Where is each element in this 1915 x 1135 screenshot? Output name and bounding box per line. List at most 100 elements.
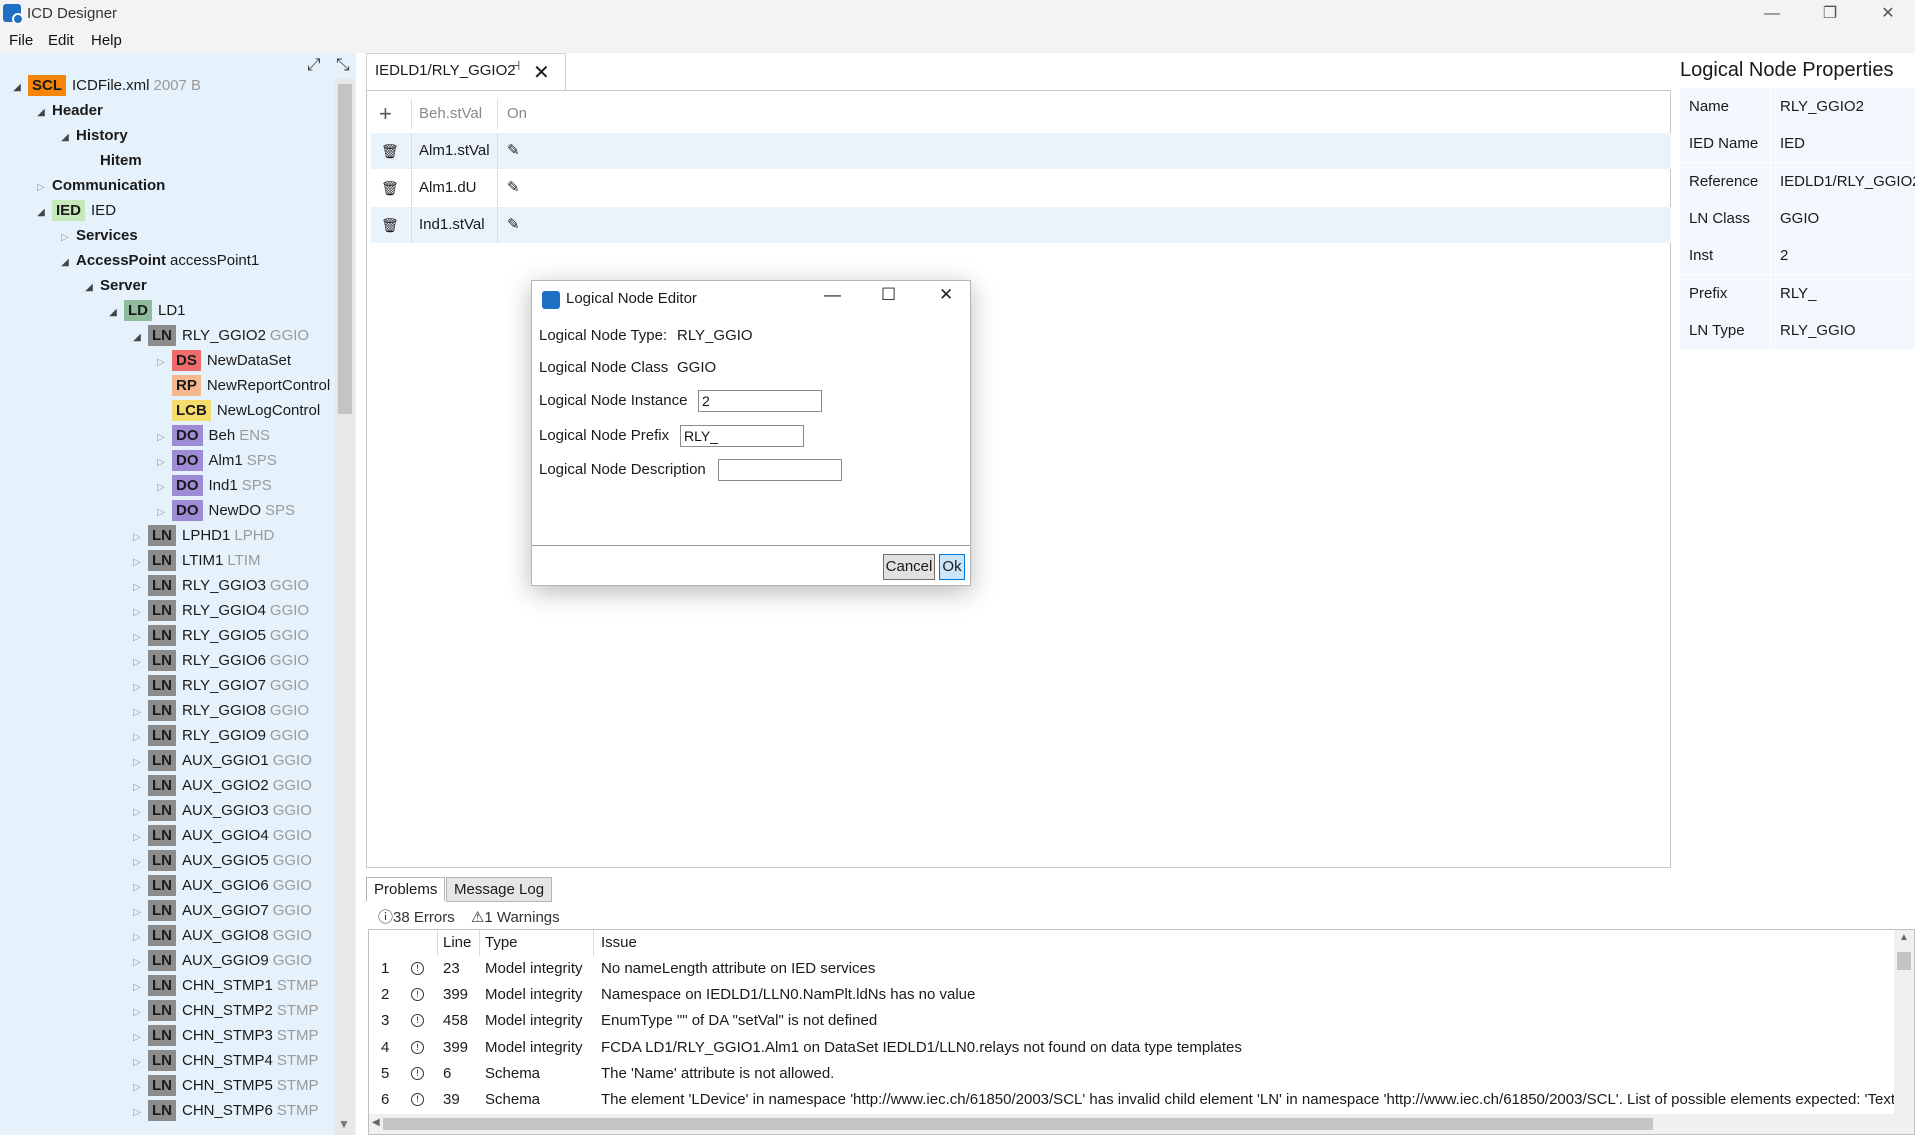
property-row[interactable]: Name RLY_GGIO2	[1680, 88, 1915, 125]
tree-item[interactable]: ▷ LN AUX_GGIO8 GGIO	[130, 923, 312, 948]
scroll-down-arrow-icon[interactable]: ▼	[338, 1117, 350, 1131]
collapsed-arrow-icon[interactable]: ▷	[130, 750, 144, 775]
scroll-up-arrow-icon[interactable]: ▲	[1899, 932, 1909, 943]
menu-file[interactable]: File	[9, 32, 33, 49]
collapsed-arrow-icon[interactable]: ▷	[130, 950, 144, 975]
collapsed-arrow-icon[interactable]: ▷	[154, 500, 168, 525]
tab-logical-node[interactable]: IEDLD1/RLY_GGIO2 ⊣ ✕	[366, 53, 566, 91]
tree-item[interactable]: ▷ LN AUX_GGIO6 GGIO	[130, 873, 312, 898]
tree-item[interactable]: ▷ DO Beh ENS	[154, 423, 270, 448]
tree-item[interactable]: ▷ LN AUX_GGIO9 GGIO	[130, 948, 312, 973]
tree-item[interactable]: ◢ IED IED	[34, 198, 116, 223]
expand-all-icon[interactable]: ⤢	[307, 55, 321, 75]
problem-row[interactable]: 2! 399 Model integrity Namespace on IEDLD1/…	[369, 982, 1889, 1008]
tree-item[interactable]: LCB NewLogControl	[154, 398, 320, 423]
tree-item[interactable]: ▷ LN CHN_STMP2 STMP	[130, 998, 319, 1023]
collapse-all-icon[interactable]: ⤡	[336, 55, 350, 75]
tree-item[interactable]: ▷ DO NewDO SPS	[154, 498, 295, 523]
property-row[interactable]: Inst 2	[1680, 237, 1915, 275]
collapsed-arrow-icon[interactable]: ▷	[130, 975, 144, 1000]
collapsed-arrow-icon[interactable]: ▷	[130, 700, 144, 725]
expanded-arrow-icon[interactable]: ◢	[58, 125, 72, 150]
collapsed-arrow-icon[interactable]: ▷	[130, 1050, 144, 1075]
node-prefix-input[interactable]	[680, 425, 804, 447]
tree-item[interactable]: RP NewReportControl	[154, 373, 330, 398]
restore-button[interactable]: ❐	[1801, 0, 1859, 29]
expanded-arrow-icon[interactable]: ◢	[34, 100, 48, 125]
tree-item[interactable]: ◢ History	[58, 123, 128, 148]
tab-close-icon[interactable]: ✕	[533, 60, 550, 85]
edit-pencil-icon[interactable]: ✎	[507, 136, 520, 166]
collapsed-arrow-icon[interactable]: ▷	[130, 1100, 144, 1125]
tree-item[interactable]: ▷ LN RLY_GGIO7 GGIO	[130, 673, 309, 698]
tree-item[interactable]: ▷ LN CHN_STMP6 STMP	[130, 1098, 319, 1123]
tree-item[interactable]: ◢ SCL ICDFile.xml 2007 B	[10, 73, 201, 98]
tree-item[interactable]: ▷ LN CHN_STMP3 STMP	[130, 1023, 319, 1048]
ok-button[interactable]: Ok	[939, 554, 965, 580]
collapsed-arrow-icon[interactable]: ▷	[58, 225, 72, 250]
tree-item[interactable]: ◢ Server	[82, 273, 147, 298]
collapsed-arrow-icon[interactable]: ▷	[130, 525, 144, 550]
problems-horizontal-scrollbar[interactable]: ◀	[369, 1114, 1914, 1134]
property-row[interactable]: Prefix RLY_	[1680, 274, 1915, 312]
tree-item[interactable]: ◢ Header	[34, 98, 103, 123]
expanded-arrow-icon[interactable]: ◢	[106, 300, 120, 325]
tree-item[interactable]: ▷ LN RLY_GGIO5 GGIO	[130, 623, 309, 648]
expanded-arrow-icon[interactable]: ◢	[34, 200, 48, 225]
property-row[interactable]: LN Class GGIO	[1680, 199, 1915, 237]
property-row[interactable]: Reference IEDLD1/RLY_GGIO2	[1680, 162, 1915, 200]
grid-row[interactable]: 🗑 Ind1.stVal ✎	[371, 207, 1671, 243]
dialog-close-icon[interactable]: ✕	[939, 285, 953, 305]
tree-item[interactable]: ▷ LN RLY_GGIO6 GGIO	[130, 648, 309, 673]
collapsed-arrow-icon[interactable]: ▷	[130, 625, 144, 650]
tree-item[interactable]: ▷ DS NewDataSet	[154, 348, 291, 373]
tree-item[interactable]: Hitem	[82, 148, 142, 173]
tab-problems[interactable]: Problems	[366, 877, 446, 902]
menu-edit[interactable]: Edit	[48, 32, 74, 49]
collapsed-arrow-icon[interactable]: ▷	[34, 175, 48, 200]
collapsed-arrow-icon[interactable]: ▷	[130, 575, 144, 600]
problem-row[interactable]: 3! 458 Model integrity EnumType "" of DA "s…	[369, 1008, 1889, 1034]
tree-item[interactable]: ▷ LN AUX_GGIO4 GGIO	[130, 823, 312, 848]
expanded-arrow-icon[interactable]: ◢	[10, 75, 24, 100]
collapsed-arrow-icon[interactable]: ▷	[130, 850, 144, 875]
pin-icon[interactable]: ⊣	[509, 58, 520, 74]
cancel-button[interactable]: Cancel	[883, 554, 935, 580]
edit-pencil-icon[interactable]: ✎	[507, 173, 520, 203]
collapsed-arrow-icon[interactable]: ▷	[130, 600, 144, 625]
collapsed-arrow-icon[interactable]: ▷	[130, 825, 144, 850]
tree-item[interactable]: ▷ LN RLY_GGIO4 GGIO	[130, 598, 309, 623]
collapsed-arrow-icon[interactable]: ▷	[130, 1075, 144, 1100]
collapsed-arrow-icon[interactable]: ▷	[154, 450, 168, 475]
tree-item[interactable]: ▷ LN RLY_GGIO3 GGIO	[130, 573, 309, 598]
problems-vertical-scrollbar[interactable]: ▲	[1894, 930, 1914, 1116]
collapsed-arrow-icon[interactable]: ▷	[130, 900, 144, 925]
collapsed-arrow-icon[interactable]: ▷	[130, 675, 144, 700]
delete-row-icon[interactable]: 🗑	[381, 173, 399, 203]
tree-item[interactable]: ◢ LN RLY_GGIO2 GGIO	[130, 323, 309, 348]
problems-vertical-thumb[interactable]	[1897, 952, 1911, 970]
grid-row[interactable]: 🗑 Alm1.dU ✎	[371, 170, 1671, 206]
tree-item[interactable]: ▷ LN CHN_STMP4 STMP	[130, 1048, 319, 1073]
tree-scrollbar-thumb[interactable]	[338, 84, 352, 414]
expanded-arrow-icon[interactable]: ◢	[82, 275, 96, 300]
collapsed-arrow-icon[interactable]: ▷	[130, 875, 144, 900]
problems-horizontal-thumb[interactable]	[383, 1118, 1653, 1130]
property-row[interactable]: IED Name IED	[1680, 125, 1915, 163]
tree-item[interactable]: ▷ LN LPHD1 LPHD	[130, 523, 274, 548]
problem-row[interactable]: 1! 23 Model integrity No nameLength attribu…	[369, 956, 1889, 982]
problem-row[interactable]: 5! 6 Schema The 'Name' attribute is not all…	[369, 1061, 1889, 1087]
collapsed-arrow-icon[interactable]: ▷	[154, 350, 168, 375]
node-instance-input[interactable]	[698, 390, 822, 412]
collapsed-arrow-icon[interactable]: ▷	[130, 550, 144, 575]
property-row[interactable]: LN Type RLY_GGIO	[1680, 311, 1915, 349]
tree-item[interactable]: ▷ LN LTIM1 LTIM	[130, 548, 260, 573]
tree-item[interactable]: ▷ LN RLY_GGIO9 GGIO	[130, 723, 309, 748]
collapsed-arrow-icon[interactable]: ▷	[130, 800, 144, 825]
tree-item[interactable]: ▷ LN CHN_STMP5 STMP	[130, 1073, 319, 1098]
edit-pencil-icon[interactable]: ✎	[507, 210, 520, 240]
tree-item[interactable]: ▷ Services	[58, 223, 138, 248]
tree-item[interactable]: ▷ LN AUX_GGIO1 GGIO	[130, 748, 312, 773]
grid-row[interactable]: 🗑 Alm1.stVal ✎	[371, 133, 1671, 169]
tree-item[interactable]: ◢ LD LD1	[106, 298, 186, 323]
